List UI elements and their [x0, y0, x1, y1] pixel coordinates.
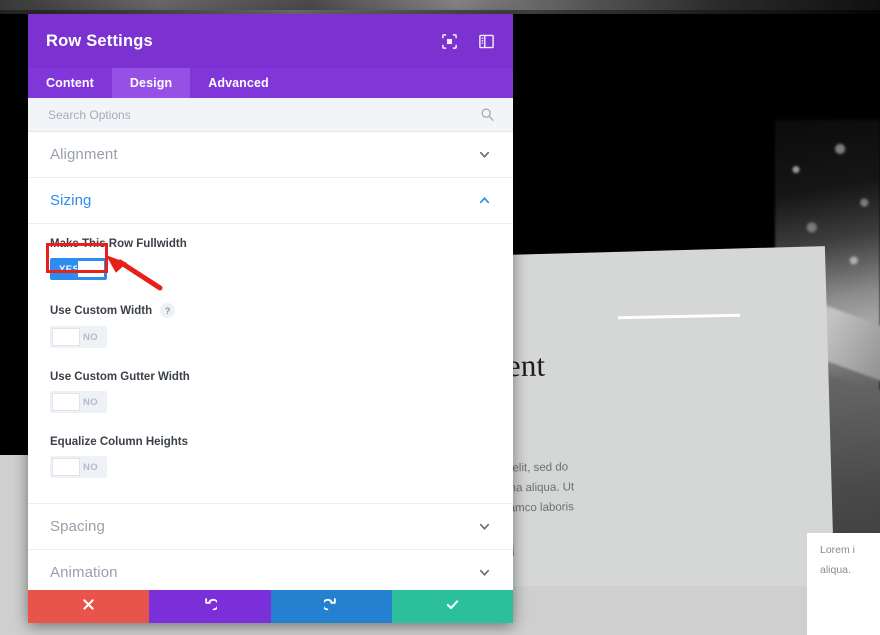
field-use-custom-width: Use Custom Width ? NO	[50, 303, 491, 353]
toggle-knob	[77, 260, 105, 278]
background-right-line: aliqua.	[820, 564, 851, 576]
cancel-button[interactable]	[28, 590, 150, 623]
settings-panel-body: Alignment Sizing Make This Row Fullwidth…	[28, 132, 513, 590]
row-settings-modal: Row Settings Content Design Advanced Sea…	[28, 14, 513, 623]
undo-arrow-icon	[202, 597, 220, 617]
toggle-knob	[52, 328, 80, 346]
chevron-down-icon	[478, 566, 491, 579]
modal-footer	[28, 590, 513, 623]
modal-header-icons	[441, 33, 495, 50]
background-right-line: Lorem i	[820, 544, 856, 556]
chevron-down-icon	[478, 520, 491, 533]
label-text: Use Custom Gutter Width	[50, 371, 190, 383]
close-x-icon	[81, 597, 96, 617]
checkmark-icon	[445, 597, 460, 617]
search-icon[interactable]	[480, 107, 495, 122]
section-header-sizing[interactable]: Sizing	[28, 178, 513, 224]
section-title-alignment: Alignment	[50, 146, 118, 163]
section-title-spacing: Spacing	[50, 518, 105, 535]
redo-arrow-icon	[321, 597, 339, 617]
field-equalize-column-heights: Equalize Column Heights NO	[50, 436, 491, 483]
field-label-make-row-fullwidth: Make This Row Fullwidth	[50, 238, 491, 250]
field-label-use-custom-width: Use Custom Width ?	[50, 303, 491, 318]
field-label-equalize-column-heights: Equalize Column Heights	[50, 436, 491, 448]
save-button[interactable]	[391, 590, 513, 623]
modal-title: Row Settings	[46, 31, 153, 50]
background-top-photo-strip	[0, 0, 880, 14]
help-icon[interactable]: ?	[160, 303, 176, 318]
field-make-row-fullwidth: Make This Row Fullwidth YES	[50, 238, 491, 285]
section-body-sizing: Make This Row Fullwidth YES Use Custom W…	[28, 224, 513, 504]
section-title-sizing: Sizing	[50, 192, 92, 209]
field-use-custom-gutter-width: Use Custom Gutter Width NO	[50, 371, 491, 418]
tab-design[interactable]: Design	[111, 68, 191, 98]
redo-button[interactable]	[270, 590, 392, 623]
focus-icon[interactable]	[441, 33, 458, 50]
undo-button[interactable]	[149, 590, 271, 623]
toggle-make-row-fullwidth[interactable]: YES	[50, 258, 107, 280]
toggle-equalize-column-heights[interactable]: NO	[50, 456, 107, 478]
modal-header: Row Settings	[28, 14, 513, 68]
label-text: Make This Row Fullwidth	[50, 238, 187, 250]
tab-advanced[interactable]: Advanced	[190, 68, 287, 98]
chevron-up-icon	[478, 194, 491, 207]
tab-content[interactable]: Content	[28, 68, 112, 98]
search-input[interactable]	[46, 106, 480, 123]
background-right-column-text: Lorem i aliqua.	[820, 534, 880, 580]
screen: lent ng elit, sed do agna aliqua. Ut ull…	[0, 0, 880, 635]
section-header-animation[interactable]: Animation	[28, 550, 513, 590]
chevron-down-icon	[478, 148, 491, 161]
label-text: Use Custom Width	[50, 304, 153, 317]
toggle-value-label: NO	[82, 331, 98, 343]
layout-panel-icon[interactable]	[478, 33, 495, 50]
section-title-animation: Animation	[50, 564, 118, 581]
modal-tabbar: Content Design Advanced	[28, 68, 513, 98]
toggle-use-custom-gutter-width[interactable]: NO	[50, 391, 107, 413]
toggle-value-label: NO	[82, 461, 98, 473]
section-header-spacing[interactable]: Spacing	[28, 504, 513, 550]
section-header-alignment[interactable]: Alignment	[28, 132, 513, 178]
label-text: Equalize Column Heights	[50, 436, 189, 448]
search-options-bar	[28, 98, 513, 132]
toggle-knob	[52, 393, 80, 411]
toggle-value-label: NO	[82, 396, 98, 408]
toggle-use-custom-width[interactable]: NO	[50, 326, 107, 348]
field-label-use-custom-gutter-width: Use Custom Gutter Width	[50, 371, 491, 383]
toggle-knob	[52, 458, 80, 476]
